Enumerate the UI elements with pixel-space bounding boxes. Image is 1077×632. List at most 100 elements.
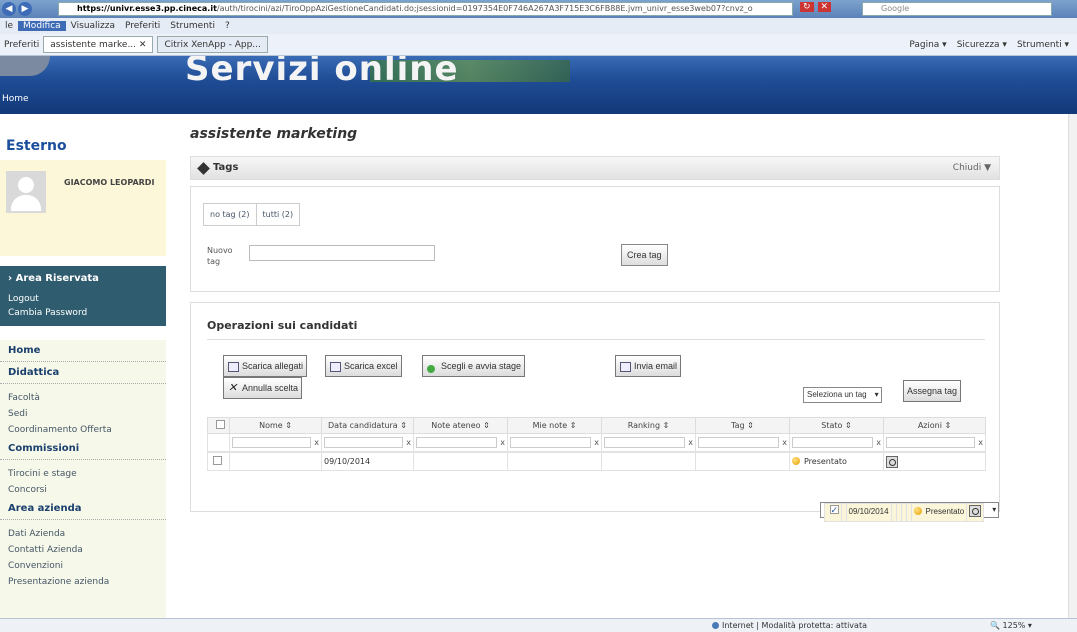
cell-data: 09/10/2014: [321, 452, 414, 471]
user-role: Esterno: [6, 138, 67, 154]
row-checkbox[interactable]: [829, 503, 839, 517]
column-stato[interactable]: Stato ⇕: [789, 417, 884, 434]
filter-mie-note[interactable]: x: [507, 433, 602, 452]
sidebar-item-coordinamento[interactable]: Coordinamento Offerta: [0, 422, 166, 438]
menu-help[interactable]: ?: [220, 21, 235, 31]
home-link[interactable]: Home: [2, 94, 29, 104]
column-mie-note[interactable]: Mie note ⇕: [507, 417, 602, 434]
logout-link[interactable]: Logout: [8, 292, 158, 306]
cell-data: 09/10/2014: [845, 502, 892, 522]
zoom-level[interactable]: 🔍 125% ▾: [990, 621, 1032, 630]
button-label: Scegli e avvia stage: [441, 361, 522, 371]
sidebar-section-home[interactable]: Home: [0, 340, 166, 362]
url-host: https://univr.esse3.pp.cineca.it: [77, 4, 217, 13]
sidebar-section-area-azienda[interactable]: Area azienda: [0, 498, 166, 520]
sidebar-item-convenzioni[interactable]: Convenzioni: [0, 558, 166, 574]
excel-icon: [330, 362, 341, 372]
column-data[interactable]: Data candidatura ⇕: [321, 417, 414, 434]
menu-modifica[interactable]: Modifica: [18, 21, 66, 31]
table-row[interactable]: 09/10/2014 Presentato: [819, 501, 1000, 522]
browser-statusbar: Internet | Modalità protetta: attivata 🔍…: [0, 618, 1077, 632]
menu-strumenti[interactable]: Strumenti: [165, 21, 220, 31]
filter-data[interactable]: x: [321, 433, 414, 452]
forward-icon[interactable]: ▶: [18, 2, 32, 16]
filter-ranking[interactable]: x: [601, 433, 696, 452]
status-dot-icon: [792, 457, 800, 465]
logo-shape: [0, 56, 50, 76]
view-detail-icon[interactable]: [969, 504, 982, 517]
sidebar-item-contatti-azienda[interactable]: Contatti Azienda: [0, 542, 166, 558]
sidebar-section-didattica[interactable]: Didattica: [0, 362, 166, 384]
column-note-ateneo[interactable]: Note ateneo ⇕: [413, 417, 508, 434]
sidebar-item-concorsi[interactable]: Concorsi: [0, 482, 166, 498]
page-menu[interactable]: Pagina ▾: [909, 40, 946, 50]
candidates-table: Nome ⇕ Data candidatura ⇕ Note ateneo ⇕ …: [207, 417, 1000, 522]
send-email-button[interactable]: Invia email: [615, 355, 682, 377]
address-bar: ◀ ▶ https://univr.esse3.pp.cineca.it/aut…: [0, 0, 1077, 18]
stop-icon[interactable]: ✕: [817, 2, 832, 12]
sidebar-item-dati-azienda[interactable]: Dati Azienda: [0, 526, 166, 542]
url-field[interactable]: https://univr.esse3.pp.cineca.it/auth/ti…: [58, 2, 793, 16]
chevron-right-icon: ›: [8, 273, 16, 284]
tag-filter-all[interactable]: tutti (2): [257, 204, 300, 225]
filter-row: x x x x x x x x: [207, 433, 986, 452]
row-checkbox[interactable]: [213, 456, 222, 465]
column-label: Nome: [259, 421, 283, 430]
user-name: GIACOMO LEOPARDI: [64, 178, 155, 187]
filter-stato[interactable]: x: [789, 433, 884, 452]
select-all-cell[interactable]: [207, 417, 230, 434]
favorites-bar: Preferiti assistente marke... ✕ Citrix X…: [0, 34, 1077, 56]
favorites-button[interactable]: Preferiti: [0, 40, 39, 50]
search-field[interactable]: Google: [862, 2, 1052, 16]
column-ranking[interactable]: Ranking ⇕: [601, 417, 696, 434]
sidebar-item-sedi[interactable]: Sedi: [0, 406, 166, 422]
security-menu[interactable]: Sicurezza ▾: [957, 40, 1007, 50]
download-attachments-button[interactable]: Scarica allegati: [223, 355, 308, 377]
table-row[interactable]: 09/10/2014 Presentato: [207, 452, 986, 471]
column-nome[interactable]: Nome ⇕: [229, 417, 322, 434]
column-tag[interactable]: Tag ⇕: [695, 417, 790, 434]
menu-visualizza[interactable]: Visualizza: [66, 21, 120, 31]
menu-file[interactable]: le: [0, 21, 18, 31]
filter-tag[interactable]: x: [695, 433, 790, 452]
filter-nome[interactable]: x: [229, 433, 322, 452]
filter-note-ateneo[interactable]: x: [413, 433, 508, 452]
tag-filter-no-tag[interactable]: no tag (2): [204, 204, 257, 225]
cell-ranking: [601, 452, 696, 471]
choose-stage-button[interactable]: Scegli e avvia stage: [422, 355, 526, 377]
select-all-checkbox[interactable]: [215, 420, 225, 429]
download-excel-button[interactable]: Scarica excel: [325, 355, 402, 377]
sidebar-item-tirocini[interactable]: Tirocini e stage: [0, 466, 166, 482]
assign-tag-button[interactable]: Assegna tag: [903, 380, 962, 402]
column-azioni[interactable]: Azioni ⇕: [883, 417, 986, 434]
command-bar: Pagina ▾ Sicurezza ▾ Strumenti ▾: [909, 40, 1069, 50]
refresh-icon[interactable]: ↻: [800, 2, 814, 12]
cell-stato: Presentato: [910, 502, 968, 522]
address-actions: ↻ ✕: [800, 2, 832, 12]
filter-azioni[interactable]: x: [883, 433, 986, 452]
clear-icon: x: [314, 438, 319, 447]
clear-icon: x: [500, 438, 505, 447]
change-password-link[interactable]: Cambia Password: [8, 306, 158, 320]
tab-citrix[interactable]: Citrix XenApp - App...: [157, 36, 268, 53]
nav-buttons: ◀ ▶: [0, 0, 60, 18]
tag-select[interactable]: Seleziona un tag: [803, 387, 882, 403]
download-icon: [228, 362, 239, 372]
menu-preferiti[interactable]: Preferiti: [120, 21, 165, 31]
tags-close-toggle[interactable]: Chiudi ▼: [953, 163, 991, 173]
cancel-choice-button[interactable]: Annulla scelta: [223, 377, 303, 399]
back-icon[interactable]: ◀: [2, 2, 16, 16]
url-path: /auth/tirocini/azi/TiroOppAziGestioneCan…: [216, 4, 753, 13]
tab-assistente[interactable]: assistente marke... ✕: [43, 36, 154, 53]
create-tag-button[interactable]: Crea tag: [621, 244, 668, 266]
sidebar-section-commissioni[interactable]: Commissioni: [0, 438, 166, 460]
tags-label: Tags: [213, 162, 239, 173]
tools-menu[interactable]: Strumenti ▾: [1017, 40, 1069, 50]
view-detail-icon[interactable]: [886, 455, 898, 468]
cell-mie-note: [507, 452, 602, 471]
sidebar-item-presentazione[interactable]: Presentazione azienda: [0, 574, 166, 590]
new-tag-input[interactable]: [249, 245, 435, 261]
page-scrollbar[interactable]: [1068, 114, 1077, 618]
security-zone: Internet | Modalità protetta: attivata: [712, 621, 867, 630]
sidebar-item-facolta[interactable]: Facoltà: [0, 390, 166, 406]
